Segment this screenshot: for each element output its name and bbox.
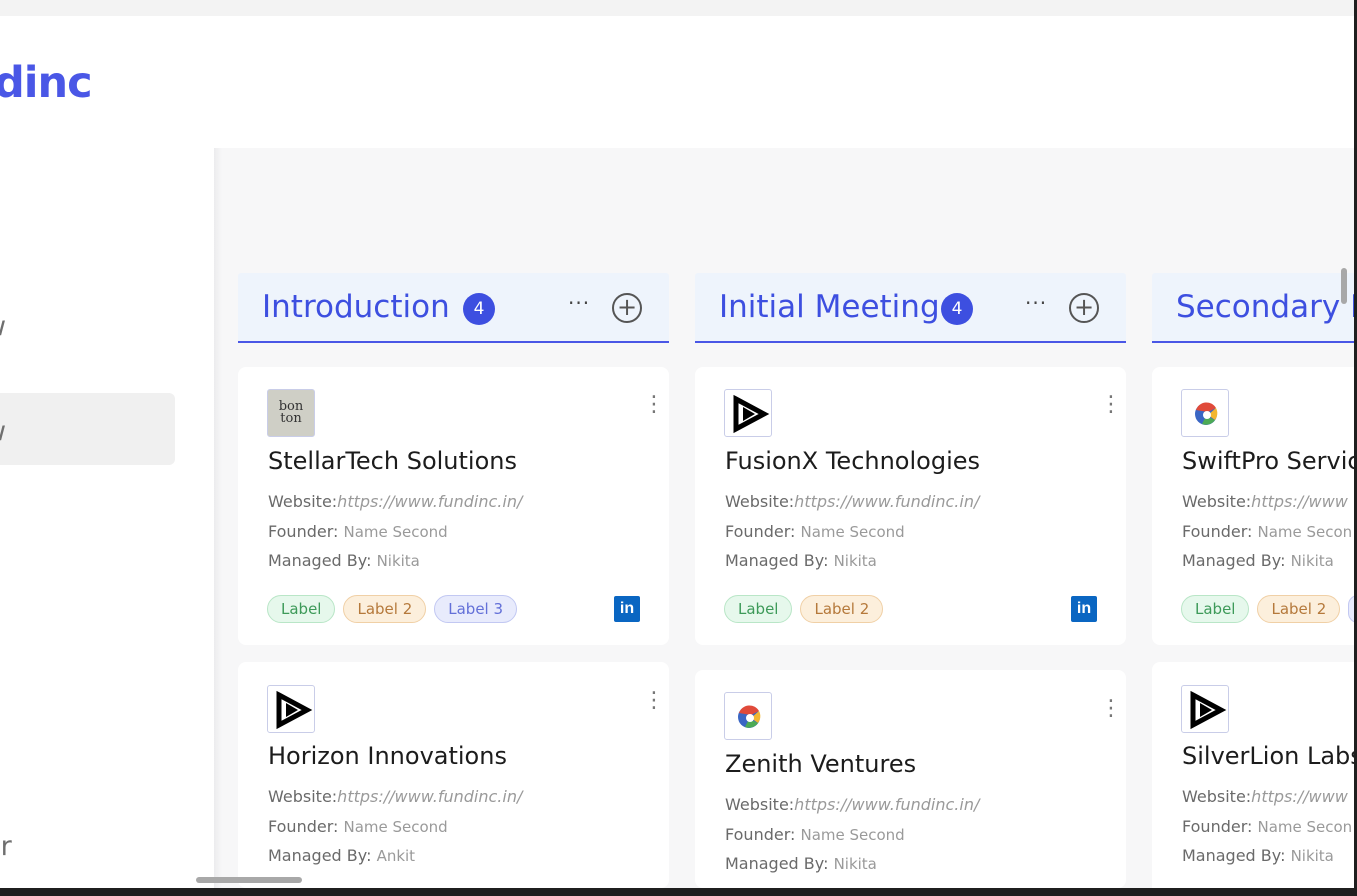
website-row: Website:https://www.fundinc.in/ [725, 492, 980, 511]
label-list: Label Label 2 [724, 595, 884, 623]
label-chip[interactable]: Label [1181, 595, 1250, 623]
sidebar-item-4[interactable]: er [0, 831, 12, 862]
label-chip[interactable]: Label [267, 595, 336, 623]
sidebar-item-2-active[interactable]: w [0, 416, 6, 447]
card-menu-icon[interactable]: ⋮ [1100, 394, 1122, 416]
founder-row: Founder: Name Secon [1182, 817, 1353, 836]
label-chip[interactable]: Label 2 [800, 595, 884, 623]
vertical-scrollbar[interactable] [1341, 268, 1347, 304]
column-title: Introduction [262, 289, 450, 325]
managed-by-row: Managed By: Ankit [268, 846, 416, 865]
founder-row: Founder: Name Second [268, 817, 448, 836]
managed-by-row: Managed By: Nikita [268, 551, 420, 570]
window-bottom-bar [0, 888, 1357, 896]
column-header-secondary: Secondary M [1152, 273, 1354, 343]
managed-by-row: Managed By: Nikita [725, 551, 877, 570]
column-count-badge: 4 [941, 293, 973, 325]
card-menu-icon[interactable]: ⋮ [643, 690, 665, 712]
managed-by-row: Managed By: Nikita [1182, 551, 1334, 570]
card-menu-icon[interactable]: ⋮ [643, 394, 665, 416]
company-name[interactable]: Zenith Ventures [725, 750, 916, 778]
play-triangle-logo-icon [724, 389, 772, 437]
column-count-badge: 4 [463, 293, 495, 325]
column-more-icon[interactable]: ··· [1025, 291, 1047, 315]
label-list: Label Label 2 [1181, 595, 1354, 623]
company-card[interactable]: ⋮ FusionX Technologies Website:https://w… [695, 367, 1126, 645]
sidebar-item-1[interactable]: w [0, 311, 6, 342]
website-link[interactable]: https://www.fundinc.in/ [337, 492, 522, 511]
website-row: Website:https://www.fundinc.in/ [725, 795, 980, 814]
company-card[interactable]: SwiftPro Servic Website:https://www Foun… [1152, 367, 1354, 645]
website-link[interactable]: https://www.fundinc.in/ [794, 492, 979, 511]
board-edge-shadow [214, 148, 222, 888]
company-card[interactable]: ⋮ Horizon Innovations Website:https://ww… [238, 662, 669, 888]
company-card[interactable]: ⋮ Zenith Ventures Website:https://www.fu… [695, 670, 1126, 888]
window-top-strip [0, 0, 1357, 16]
column-add-icon[interactable]: + [1069, 293, 1099, 323]
website-row: Website:https://www [1182, 787, 1348, 806]
play-triangle-logo-icon [1181, 685, 1229, 733]
managed-by-row: Managed By: Nikita [1182, 846, 1334, 865]
founder-row: Founder: Name Second [268, 522, 448, 541]
column-header-introduction: Introduction 4 ··· + [238, 273, 669, 343]
company-card[interactable]: SilverLion Labs Website:https://www Foun… [1152, 662, 1354, 888]
label-list: Label Label 2 Label 3 [267, 595, 518, 623]
card-menu-icon[interactable]: ⋮ [1100, 698, 1122, 720]
website-row: Website:https://www.fundinc.in/ [268, 787, 523, 806]
founder-row: Founder: Name Second [725, 522, 905, 541]
company-name[interactable]: SwiftPro Servic [1182, 447, 1354, 475]
brand-logo[interactable]: dinc [0, 58, 93, 108]
website-row: Website:https://www.fundinc.in/ [268, 492, 523, 511]
founder-row: Founder: Name Secon [1182, 522, 1353, 541]
linkedin-icon[interactable]: in [1071, 596, 1097, 622]
bonton-logo-icon: bon ton [267, 389, 315, 437]
column-title: Secondary M [1176, 289, 1354, 325]
sidebar-item-3[interactable]: o [0, 520, 1, 551]
founder-row: Founder: Name Second [725, 825, 905, 844]
column-header-initial-meeting: Initial Meeting 4 ··· + [695, 273, 1126, 343]
column-add-icon[interactable]: + [612, 293, 642, 323]
company-name[interactable]: Horizon Innovations [268, 742, 507, 770]
horizontal-scrollbar[interactable] [196, 877, 302, 883]
column-title: Initial Meeting [719, 289, 940, 325]
globe-swirl-logo-icon [724, 692, 772, 740]
website-link[interactable]: https://www [1251, 787, 1348, 806]
company-name[interactable]: StellarTech Solutions [268, 447, 517, 475]
website-link[interactable]: https://www.fundinc.in/ [794, 795, 979, 814]
label-chip[interactable]: Label 2 [343, 595, 427, 623]
company-name[interactable]: FusionX Technologies [725, 447, 980, 475]
globe-swirl-logo-icon [1181, 389, 1229, 437]
label-chip[interactable]: Label [724, 595, 793, 623]
managed-by-row: Managed By: Nikita [725, 854, 877, 873]
column-more-icon[interactable]: ··· [568, 291, 590, 315]
website-link[interactable]: https://www [1251, 492, 1348, 511]
linkedin-icon[interactable]: in [614, 596, 640, 622]
website-row: Website:https://www [1182, 492, 1348, 511]
play-triangle-logo-icon [267, 685, 315, 733]
website-link[interactable]: https://www.fundinc.in/ [337, 787, 522, 806]
company-card[interactable]: bon ton ⋮ StellarTech Solutions Website:… [238, 367, 669, 645]
label-chip[interactable]: Label 2 [1257, 595, 1341, 623]
sidebar-active-highlight [0, 393, 175, 465]
label-chip[interactable]: Label 3 [434, 595, 518, 623]
company-name[interactable]: SilverLion Labs [1182, 742, 1354, 770]
